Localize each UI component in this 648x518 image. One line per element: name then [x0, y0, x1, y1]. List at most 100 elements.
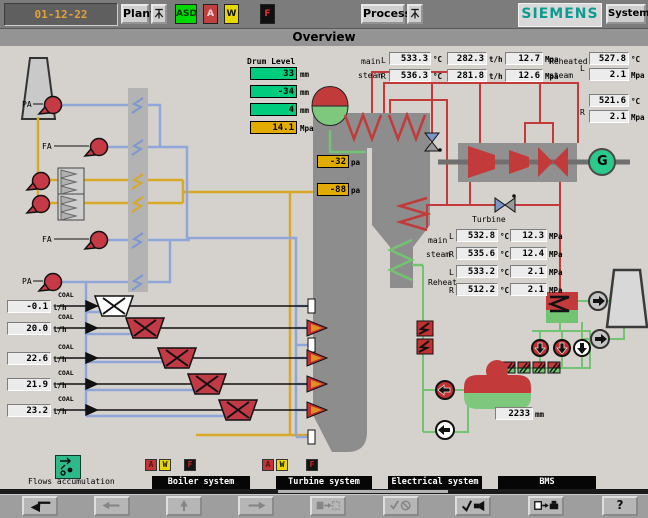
tb-reheat-l-temp-unit: °C — [500, 268, 509, 277]
flows-accumulation-button[interactable] — [55, 455, 81, 479]
turbine-reheat-r-mark: R — [449, 286, 454, 295]
hp-heaters[interactable] — [417, 321, 433, 354]
boiler-drum[interactable] — [312, 87, 348, 126]
turbine-alarm-f[interactable]: F — [306, 459, 318, 471]
coal-label-1: COAL — [58, 291, 74, 299]
arrow-left-icon — [97, 498, 127, 513]
nav-right-button — [238, 496, 274, 516]
fa-fan-top[interactable] — [85, 139, 108, 157]
turbine-main-l-mark: L — [449, 232, 454, 241]
warning-w-indicator[interactable]: W — [224, 4, 239, 24]
gas-fan-1[interactable] — [27, 173, 50, 191]
process-acknowledge-button[interactable] — [407, 4, 423, 24]
cooling-tower[interactable] — [607, 270, 647, 327]
tb-reheat-l-press-unit: MPa — [549, 268, 563, 277]
drum-level-unit-3: mm — [300, 106, 309, 115]
reheated-r-mark: R — [580, 108, 585, 117]
turbine-main-label-1: main — [428, 236, 447, 245]
main-steam-label-1: main — [361, 57, 380, 66]
turbine-system-button[interactable]: Turbine system — [276, 476, 372, 489]
turbine-alarm-a[interactable]: A — [262, 459, 274, 471]
ms-l-flow-unit: t/h — [489, 55, 503, 64]
turbine-label: Turbine — [472, 215, 506, 224]
plant-acknowledge-button[interactable] — [151, 4, 167, 24]
furnace-pressure-unit-1: pa — [351, 158, 360, 167]
boiler-system-button[interactable]: Boiler system — [152, 476, 250, 489]
coal-flow-5: 23.2 — [7, 404, 51, 417]
deaerator-level-unit: mm — [535, 410, 544, 419]
cw-pump-2[interactable] — [591, 330, 609, 348]
tb-main-r-temp: 535.6 — [456, 247, 498, 260]
main-steam-l-mark: L — [381, 56, 386, 65]
ms-r-flow-unit: t/h — [489, 72, 503, 81]
turbine-alarm-w[interactable]: W — [276, 459, 288, 471]
rh-l-press: 2.1 — [589, 68, 629, 81]
reheat-valve[interactable] — [495, 194, 516, 212]
bms-button[interactable]: BMS — [498, 476, 596, 489]
fa-bottom-label: FA — [42, 235, 52, 244]
cw-pump-1[interactable] — [589, 292, 607, 310]
acknowledge-icon — [153, 7, 165, 21]
coal-mill-1[interactable] — [95, 296, 133, 316]
furnace-pressure-unit-2: pa — [351, 186, 360, 195]
rh-l-press-unit: Mpa — [631, 71, 645, 80]
air-preheater[interactable] — [128, 88, 148, 292]
condenser[interactable] — [546, 292, 578, 323]
boiler-alarm-f[interactable]: F — [184, 459, 196, 471]
turbine-reheat-l-mark: L — [449, 268, 454, 277]
coal-mill-5[interactable] — [219, 400, 257, 420]
print-screen-button[interactable] — [528, 496, 564, 516]
burner-off-3[interactable] — [308, 430, 315, 444]
process-button[interactable]: Process — [361, 4, 405, 24]
arrow-right-icon — [241, 498, 271, 513]
rh-r-press-unit: Mpa — [631, 113, 645, 122]
furnace-pressure-1: -32 — [317, 155, 349, 168]
return-button[interactable] — [22, 496, 58, 516]
feedwater-pump-2[interactable] — [436, 421, 454, 439]
coal-mill-4[interactable] — [188, 374, 226, 394]
reheated-l-mark: L — [580, 64, 585, 73]
boiler-alarm-w[interactable]: W — [159, 459, 171, 471]
precipitator-units[interactable] — [58, 168, 84, 220]
burner-off-2[interactable] — [308, 338, 315, 352]
turbine-main-label-2: steam — [426, 250, 450, 259]
tb-main-r-press-unit: MPa — [549, 250, 563, 259]
help-button[interactable]: ? — [602, 496, 638, 516]
condensate-pump-1[interactable] — [532, 340, 548, 356]
ms-l-flow: 282.3 — [447, 52, 487, 65]
boiler-alarm-a[interactable]: A — [145, 459, 157, 471]
rh-l-temp: 527.8 — [589, 52, 629, 65]
gas-fan-2[interactable] — [27, 196, 50, 214]
furnace-pressure-2: -88 — [317, 183, 349, 196]
nav-left-button — [94, 496, 130, 516]
coal-mill-2[interactable] — [126, 318, 164, 338]
acknowledge-icon — [409, 7, 421, 21]
coal-label-5: COAL — [58, 395, 74, 403]
system-button[interactable]: System — [606, 4, 646, 24]
burner-off-1[interactable] — [308, 299, 315, 313]
coal-flow-2: 20.0 — [7, 322, 51, 335]
condensate-pump-3[interactable] — [574, 340, 590, 356]
alarm-a-indicator[interactable]: A — [203, 4, 218, 24]
fa-fan-bottom[interactable] — [85, 232, 108, 250]
return-icon — [25, 498, 55, 513]
pa-bottom-label: PA — [22, 277, 32, 286]
condensate-pump-2[interactable] — [554, 340, 570, 356]
nav-up-button — [166, 496, 202, 516]
copy-screen-button — [310, 496, 346, 516]
copy-screen-icon — [313, 498, 343, 513]
tb-main-l-temp: 532.8 — [456, 229, 498, 242]
electrical-system-button[interactable]: Electrical system — [388, 476, 482, 489]
asd-indicator[interactable]: ASD — [175, 4, 197, 24]
plant-button[interactable]: Plant — [121, 4, 149, 24]
coal-mill-3[interactable] — [158, 348, 196, 368]
coal-label-2: COAL — [58, 313, 74, 321]
tb-main-r-press: 12.4 — [510, 247, 547, 260]
fault-f-indicator[interactable]: F — [260, 4, 275, 24]
ms-l-temp: 533.3 — [389, 52, 431, 65]
drum-level-unit-1: mm — [300, 70, 309, 79]
feedwater-pump-1[interactable] — [436, 381, 454, 399]
drum-level-value-3: 4 — [250, 103, 297, 116]
pa-fan-bottom[interactable] — [39, 274, 62, 292]
confirm-select-button[interactable] — [455, 496, 491, 516]
